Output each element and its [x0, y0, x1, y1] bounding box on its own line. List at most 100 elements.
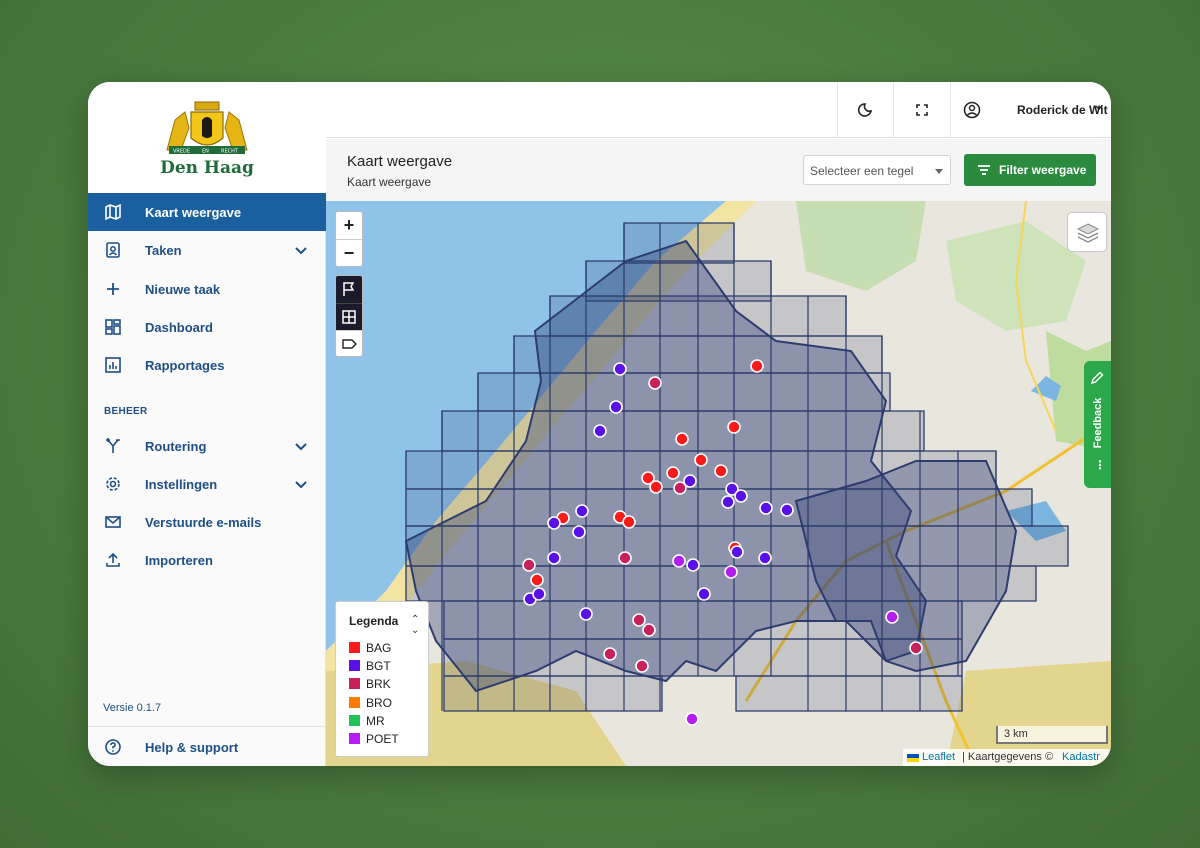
motto-right: RECHT [221, 149, 239, 155]
map-marker-bag[interactable] [530, 573, 544, 587]
label-tool-button[interactable] [336, 330, 362, 356]
map-marker-bag[interactable] [649, 480, 663, 494]
sidebar-item-importeren[interactable]: Importeren [88, 541, 326, 579]
map-marker-bgt[interactable] [532, 587, 546, 601]
zoom-in-button[interactable]: + [336, 212, 362, 239]
legend-label: BRO [366, 695, 393, 710]
collapse-icon[interactable]: ⌃ ⌄ [411, 614, 419, 636]
map-marker-bgt[interactable] [547, 516, 561, 530]
help-circle-icon [105, 739, 121, 755]
fullscreen-button[interactable] [893, 82, 950, 138]
map-marker-bgt[interactable] [759, 501, 773, 515]
coat-of-arms-icon: VREDE EN RECHT [166, 101, 248, 155]
user-menu[interactable]: Roderick de Wit [950, 82, 1111, 138]
map-marker-bgt[interactable] [734, 489, 748, 503]
moon-icon [857, 103, 873, 117]
brand-name: Den Haag [160, 158, 254, 178]
feedback-label: Feedback [1092, 397, 1104, 449]
flag-tool-button[interactable] [336, 276, 362, 303]
map-marker-brk[interactable] [522, 558, 536, 572]
map-marker-brk[interactable] [603, 647, 617, 661]
map-marker-brk[interactable] [618, 551, 632, 565]
legend-label: BRK [366, 677, 391, 692]
map-marker-bgt[interactable] [721, 495, 735, 509]
map-marker-bgt[interactable] [593, 424, 607, 438]
chevron-down-icon[interactable] [293, 438, 309, 454]
map-marker-bgt[interactable] [547, 551, 561, 565]
map-marker-bgt[interactable] [730, 545, 744, 559]
legend-swatch [349, 642, 360, 653]
leaflet-link[interactable]: Leaflet [922, 751, 955, 763]
map-marker-brk[interactable] [635, 659, 649, 673]
chevron-down-icon[interactable] [293, 476, 309, 492]
grid-tool-button[interactable] [336, 303, 362, 330]
map-marker-bag[interactable] [675, 432, 689, 446]
clipboard-user-icon [106, 242, 120, 258]
top-bar: Roderick de Wit [326, 82, 1111, 138]
plus-icon [107, 283, 119, 295]
sidebar: VREDE EN RECHT Den Haag Kaart weergave T… [88, 82, 326, 766]
more-icon: ⋮ [1094, 458, 1106, 472]
breadcrumb: Kaart weergave [347, 175, 432, 189]
map-marker-bag[interactable] [750, 359, 764, 373]
dark-mode-button[interactable] [837, 82, 893, 138]
map-marker-brk[interactable] [673, 481, 687, 495]
sidebar-item-label: Importeren [145, 553, 213, 568]
sidebar-item-label: Kaart weergave [145, 205, 242, 220]
map-marker-brk[interactable] [642, 623, 656, 637]
sidebar-item-kaart-weergave[interactable]: Kaart weergave [88, 193, 326, 231]
map-canvas[interactable] [326, 201, 1111, 766]
map-marker-bgt[interactable] [613, 362, 627, 376]
den-haag-logo[interactable]: VREDE EN RECHT Den Haag [88, 82, 326, 193]
sidebar-item-label: Instellingen [145, 477, 218, 492]
layers-icon [1076, 223, 1100, 243]
map-view[interactable]: + − Legenda ⌃ ⌄ BAG BGT BRK BRO MR POET 3 km [326, 201, 1111, 766]
map-marker-bag[interactable] [727, 420, 741, 434]
map-marker-brk[interactable] [648, 376, 662, 390]
legend-label: MR [366, 713, 385, 728]
attribution-text: | Kaartgegevens © [962, 751, 1054, 763]
scale-bar: 3 km [996, 726, 1108, 744]
legend-label: POET [366, 732, 399, 746]
legend-swatch [349, 660, 360, 672]
filter-button[interactable]: Filter weergave [964, 154, 1096, 186]
sidebar-item-dashboard[interactable]: Dashboard [88, 308, 326, 346]
sidebar-item-taken[interactable]: Taken [88, 231, 326, 269]
map-marker-bgt[interactable] [579, 607, 593, 621]
sidebar-item-rapportages[interactable]: Rapportages [88, 346, 326, 384]
map-marker-bag[interactable] [694, 453, 708, 467]
map-marker-bgt[interactable] [780, 503, 794, 517]
map-marker-bgt[interactable] [575, 504, 589, 518]
divider [88, 726, 326, 727]
sidebar-item-nieuwe-taak[interactable]: Nieuwe taak [88, 270, 326, 308]
tile-select[interactable]: Selecteer een tegel [803, 155, 951, 185]
chevron-down-icon[interactable] [293, 242, 309, 258]
map-marker-bag[interactable] [714, 464, 728, 478]
map-marker-bgt[interactable] [758, 551, 772, 565]
map-marker-bgt[interactable] [609, 400, 623, 414]
map-marker-bgt[interactable] [697, 587, 711, 601]
map-marker-poet[interactable] [672, 554, 686, 568]
map-marker-brk[interactable] [632, 613, 646, 627]
map-marker-bgt[interactable] [572, 525, 586, 539]
zoom-out-button[interactable]: − [336, 239, 362, 266]
map-marker-poet[interactable] [685, 712, 699, 726]
map-marker-bgt[interactable] [686, 558, 700, 572]
map-legend: Legenda ⌃ ⌄ BAG BGT BRK BRO MR POET [335, 601, 429, 757]
filter-icon [978, 165, 990, 175]
sidebar-item-instellingen[interactable]: Instellingen [88, 465, 326, 503]
sidebar-item-routering[interactable]: Routering [88, 427, 326, 465]
map-marker-bag[interactable] [622, 515, 636, 529]
sidebar-item-help[interactable]: Help & support [88, 728, 326, 766]
layers-button[interactable] [1067, 212, 1107, 252]
map-marker-poet[interactable] [885, 610, 899, 624]
gear-icon [106, 477, 120, 491]
caret-down-icon [935, 169, 943, 174]
kadaster-link[interactable]: Kadastr [1062, 751, 1100, 763]
feedback-tab[interactable]: Feedback ⋮ [1084, 361, 1111, 488]
map-marker-poet[interactable] [724, 565, 738, 579]
map-marker-brk[interactable] [909, 641, 923, 655]
map-marker-bag[interactable] [666, 466, 680, 480]
sidebar-item-verstuurde-emails[interactable]: Verstuurde e-mails [88, 503, 326, 541]
page-header: Kaart weergave Kaart weergave Selecteer … [326, 139, 1111, 201]
